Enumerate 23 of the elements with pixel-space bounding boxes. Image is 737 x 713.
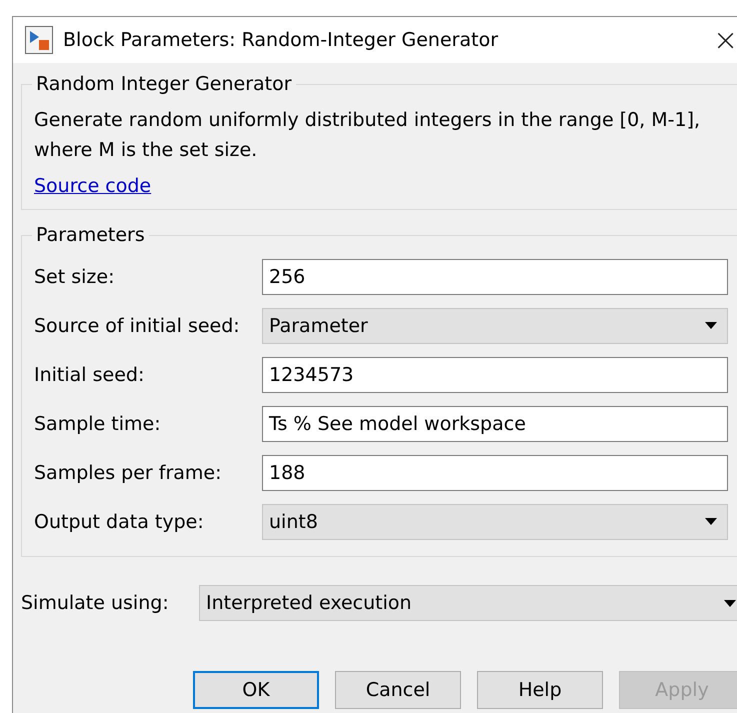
parameter-label: Source of initial seed: (34, 314, 241, 336)
dialog-button[interactable]: Help (477, 671, 603, 709)
window-title: Block Parameters: Random-Integer Generator (63, 29, 500, 51)
group-title: Random Integer Generator (35, 73, 293, 95)
dropdown[interactable]: Parameter (262, 308, 728, 344)
parameter-label: Set size: (34, 266, 116, 288)
dropdown[interactable]: Interpreted execution (199, 585, 737, 621)
dropdown[interactable]: uint8 (262, 504, 728, 540)
dialog-button[interactable]: Cancel (335, 671, 461, 709)
input-field[interactable]: Ts % See model workspace (262, 406, 728, 442)
input-field[interactable]: 188 (262, 454, 728, 490)
simulate-label: Simulate using: (21, 592, 170, 614)
dialog-button[interactable]: OK (193, 671, 319, 709)
input-field[interactable]: 256 (262, 258, 728, 294)
parameter-label: Samples per frame: (34, 462, 223, 484)
parameter-label: Sample time: (34, 412, 162, 434)
close-button[interactable]: × (709, 22, 737, 58)
parameter-label: Initial seed: (34, 364, 146, 386)
group-title: Parameters (35, 224, 146, 246)
parameter-label: Output data type: (34, 510, 205, 532)
input-field[interactable]: 1234573 (262, 356, 728, 392)
source-code-link[interactable]: Source code (34, 173, 152, 199)
description-text: Generate random uniformly distributed integers in the range [0, M-1], where M is the set size. (34, 108, 702, 163)
